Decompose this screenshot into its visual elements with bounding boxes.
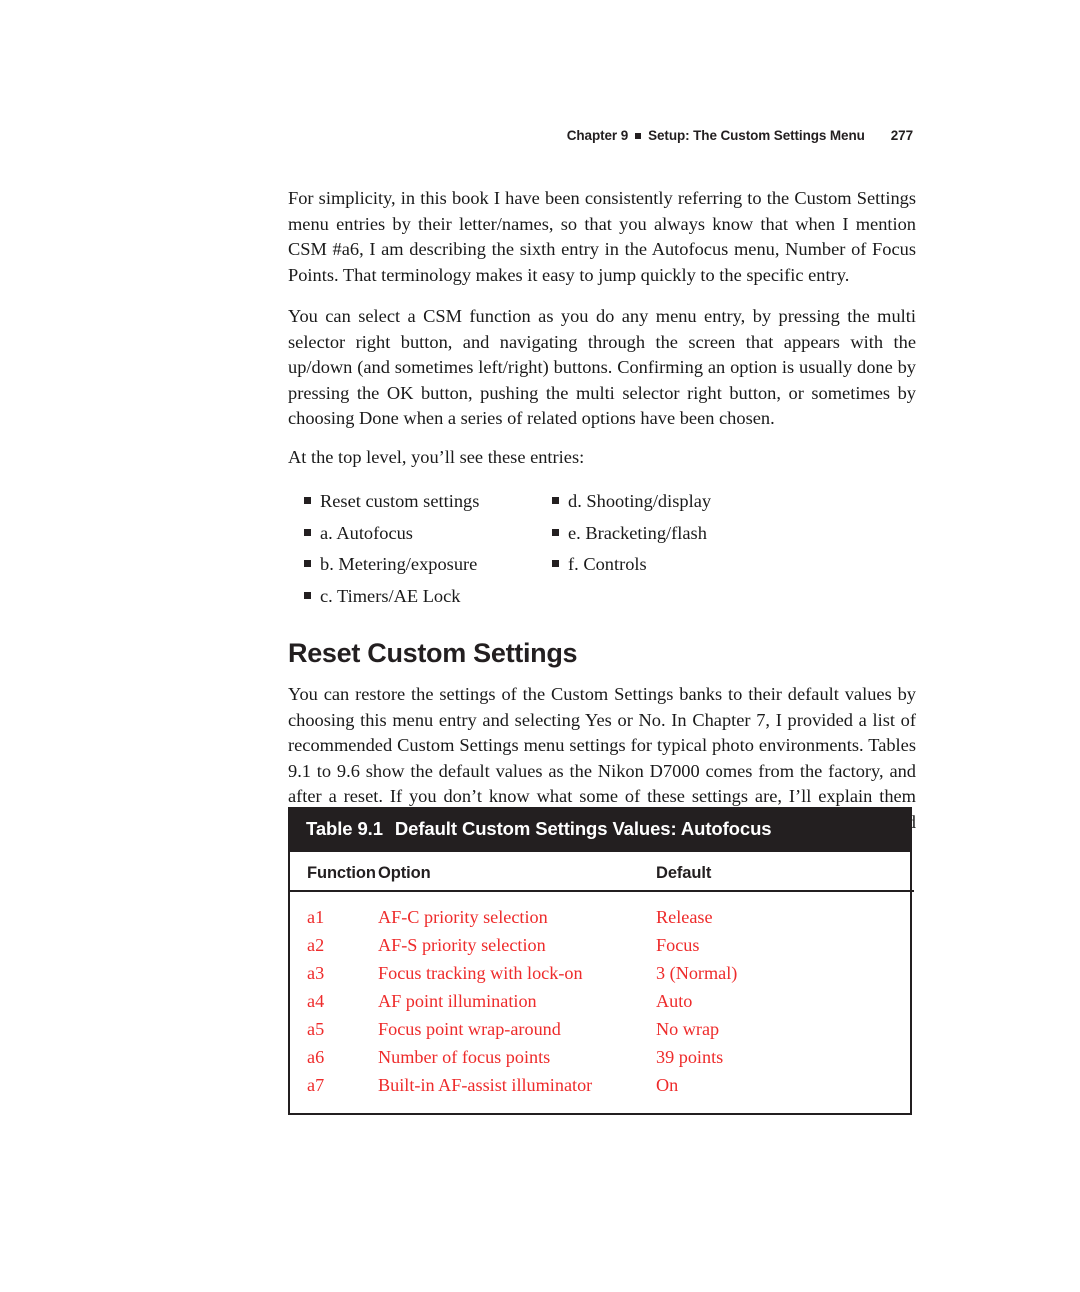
list-item-label: b. Metering/exposure <box>320 554 478 575</box>
page-number: 277 <box>890 128 913 143</box>
paragraph-top-level-lead: At the top level, you’ll see these entri… <box>288 446 585 467</box>
list-item: a. Autofocus <box>304 518 574 550</box>
cell-default: Auto <box>656 991 693 1011</box>
running-head: Chapter 9 Setup: The Custom Settings Men… <box>288 128 913 143</box>
cell-option: Built-in AF-assist illuminator <box>378 1075 593 1095</box>
table-caption-banner: Table 9.1 Default Custom Settings Values:… <box>288 807 912 852</box>
cell-function: a1 <box>307 907 325 927</box>
table-body: Function Option Default a1 AF-C priority… <box>288 852 914 1115</box>
cell-option: Number of focus points <box>378 1047 551 1067</box>
entries-left-column: Reset custom settings a. Autofocus b. Me… <box>304 486 574 612</box>
table-row: a7 Built-in AF-assist illuminator On <box>290 1071 914 1099</box>
text-column: For simplicity, in this book I have been… <box>288 186 916 877</box>
filled-square-icon <box>304 497 311 504</box>
table-row: a6 Number of focus points 39 points <box>290 1043 914 1071</box>
cell-function: a2 <box>307 935 325 955</box>
cell-default: No wrap <box>656 1019 720 1039</box>
top-level-entries-list: Reset custom settings a. Autofocus b. Me… <box>288 486 916 616</box>
entries-right-column: d. Shooting/display e. Bracketing/flash … <box>552 486 882 581</box>
section-heading: Reset Custom Settings <box>288 638 578 668</box>
filled-square-icon <box>304 528 311 536</box>
column-header-option: Option <box>378 852 656 892</box>
cell-option: Focus point wrap-around <box>378 1019 561 1039</box>
cell-function: a6 <box>307 1047 325 1067</box>
table-header-row: Function Option Default <box>290 852 914 892</box>
list-item: b. Metering/exposure <box>304 549 574 581</box>
list-item: f. Controls <box>552 549 882 581</box>
cell-default: Release <box>656 907 713 927</box>
cell-function: a3 <box>307 963 325 983</box>
table-caption: Default Custom Settings Values: Autofocu… <box>394 818 772 839</box>
column-header-function: Function <box>290 852 378 892</box>
cell-function: a7 <box>307 1075 325 1095</box>
list-item-label: e. Bracketing/flash <box>568 522 707 543</box>
table-row: a1 AF-C priority selection Release <box>290 891 914 931</box>
cell-default: On <box>656 1075 679 1095</box>
table-label: Table 9.1 <box>306 818 383 839</box>
cell-option: AF-C priority selection <box>378 907 548 927</box>
cell-option: AF-S priority selection <box>378 935 546 955</box>
list-item-label: c. Timers/AE Lock <box>320 585 461 606</box>
table-row: a2 AF-S priority selection Focus <box>290 931 914 959</box>
page: Chapter 9 Setup: The Custom Settings Men… <box>0 0 1080 1292</box>
filled-square-icon <box>304 560 311 568</box>
cell-option: AF point illumination <box>378 991 537 1011</box>
cell-function: a4 <box>307 991 325 1011</box>
running-head-chapter: Chapter 9 <box>566 128 629 143</box>
filled-square-icon <box>552 560 559 568</box>
cell-default: Focus <box>656 935 700 955</box>
list-item-label: f. Controls <box>568 554 647 575</box>
cell-default: 39 points <box>656 1047 724 1067</box>
list-item-label: Reset custom settings <box>320 491 480 511</box>
list-item-label: a. Autofocus <box>320 522 413 543</box>
defaults-table: Function Option Default a1 AF-C priority… <box>290 852 914 1099</box>
cell-option: Focus tracking with lock-on <box>378 963 583 983</box>
table-row: a4 AF point illumination Auto <box>290 987 914 1015</box>
filled-square-icon <box>552 497 559 504</box>
list-item: c. Timers/AE Lock <box>304 581 574 613</box>
filled-square-icon <box>635 133 642 139</box>
cell-function: a5 <box>307 1019 325 1039</box>
list-item: e. Bracketing/flash <box>552 518 882 550</box>
list-item: Reset custom settings <box>304 486 574 518</box>
filled-square-icon <box>304 591 311 599</box>
table-row: a3 Focus tracking with lock-on 3 (Normal… <box>290 959 914 987</box>
table-row: a5 Focus point wrap-around No wrap <box>290 1015 914 1043</box>
paragraph-csm-navigation: You can select a CSM function as you do … <box>288 306 916 428</box>
paragraph-intro: For simplicity, in this book I have been… <box>288 188 916 285</box>
list-item-label: d. Shooting/display <box>568 491 712 511</box>
filled-square-icon <box>552 528 559 536</box>
list-item: d. Shooting/display <box>552 486 882 518</box>
table-9-1: Table 9.1 Default Custom Settings Values:… <box>288 807 914 1115</box>
cell-default: 3 (Normal) <box>656 963 738 983</box>
column-header-default: Default <box>656 852 914 892</box>
running-head-title: Setup: The Custom Settings Menu <box>648 128 865 143</box>
